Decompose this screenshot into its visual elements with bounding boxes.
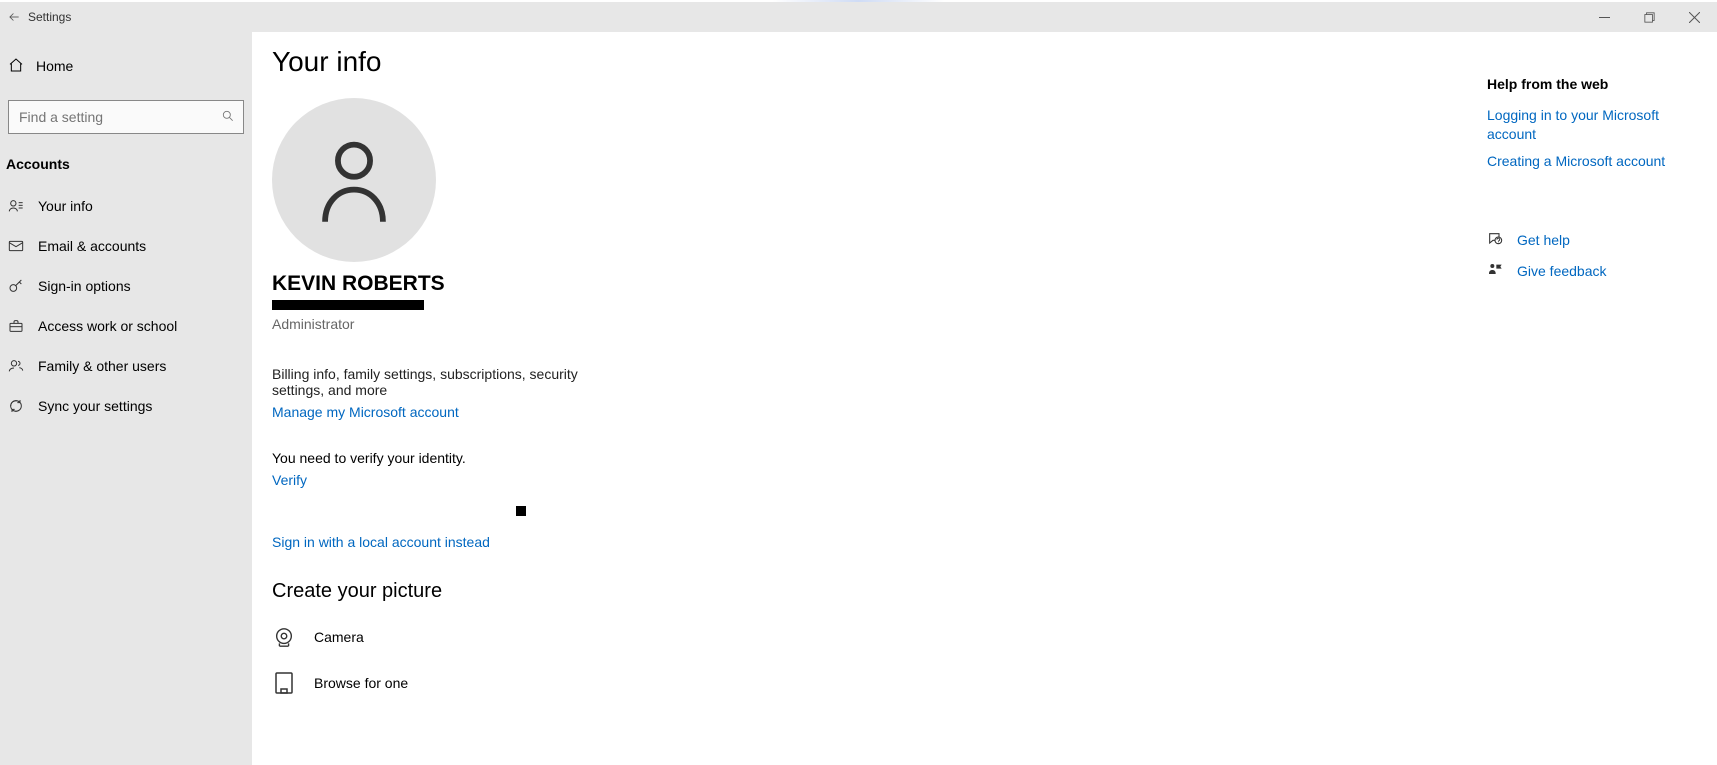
create-picture-heading: Create your picture (272, 580, 1322, 603)
window-accent-bar (0, 0, 1717, 2)
search-box[interactable] (8, 100, 244, 134)
verify-link[interactable]: Verify (272, 472, 307, 488)
page-title: Your info (272, 46, 1322, 78)
user-email-redacted (272, 300, 424, 310)
browse-label: Browse for one (314, 675, 408, 691)
your-info-icon (8, 198, 24, 214)
verify-message: You need to verify your identity. (272, 450, 1322, 466)
account-description: Billing info, family settings, subscript… (272, 366, 632, 398)
window-title: Settings (28, 10, 71, 24)
sync-icon (8, 398, 24, 414)
camera-option[interactable]: Camera (272, 617, 1322, 657)
get-help-icon (1487, 231, 1503, 250)
browse-option[interactable]: Browse for one (272, 663, 1322, 703)
briefcase-icon (8, 318, 24, 334)
sidebar-item-label: Family & other users (38, 358, 166, 374)
give-feedback-link[interactable]: Give feedback (1517, 263, 1607, 279)
sidebar-item-label: Your info (38, 198, 93, 214)
sidebar-item-sync-settings[interactable]: Sync your settings (0, 386, 252, 426)
sidebar-item-label: Email & accounts (38, 238, 146, 254)
search-input[interactable] (17, 108, 221, 126)
help-link-create-ms-account[interactable]: Creating a Microsoft account (1487, 152, 1697, 171)
help-link-login-ms-account[interactable]: Logging in to your Microsoft account (1487, 106, 1697, 144)
minimize-button[interactable] (1582, 2, 1627, 32)
sidebar-item-your-info[interactable]: Your info (0, 186, 252, 226)
sidebar-item-label: Sign-in options (38, 278, 131, 294)
help-panel: Help from the web Logging in to your Mic… (1487, 46, 1697, 765)
sidebar-home-label: Home (36, 58, 73, 74)
camera-icon (272, 626, 296, 648)
sidebar-item-email-accounts[interactable]: Email & accounts (0, 226, 252, 266)
feedback-icon (1487, 262, 1503, 281)
sidebar-item-label: Access work or school (38, 318, 177, 334)
people-icon (8, 358, 24, 374)
close-button[interactable] (1672, 2, 1717, 32)
user-name: KEVIN ROBERTS (272, 272, 1322, 296)
mail-icon (8, 238, 24, 254)
sidebar-item-family-users[interactable]: Family & other users (0, 346, 252, 386)
sidebar-item-access-work-school[interactable]: Access work or school (0, 306, 252, 346)
search-icon (221, 109, 235, 126)
sidebar-item-signin-options[interactable]: Sign-in options (0, 266, 252, 306)
key-icon (8, 278, 24, 294)
maximize-button[interactable] (1627, 2, 1672, 32)
camera-label: Camera (314, 629, 364, 645)
get-help-link[interactable]: Get help (1517, 232, 1570, 248)
sidebar-section-label: Accounts (0, 134, 252, 176)
placeholder-icon (516, 506, 526, 516)
sidebar-item-label: Sync your settings (38, 398, 152, 414)
browse-icon (272, 671, 296, 695)
avatar (272, 98, 436, 262)
titlebar: Settings (0, 2, 1717, 32)
manage-microsoft-account-link[interactable]: Manage my Microsoft account (272, 404, 459, 420)
sidebar: Home Accounts Your info (0, 32, 252, 765)
local-account-signin-link[interactable]: Sign in with a local account instead (272, 534, 490, 550)
sidebar-home[interactable]: Home (0, 46, 252, 86)
back-button[interactable] (0, 2, 28, 32)
home-icon (8, 57, 24, 76)
content: Your info KEVIN ROBERTS Administrator Bi… (272, 46, 1322, 765)
user-role: Administrator (272, 316, 1322, 332)
help-heading: Help from the web (1487, 76, 1697, 92)
